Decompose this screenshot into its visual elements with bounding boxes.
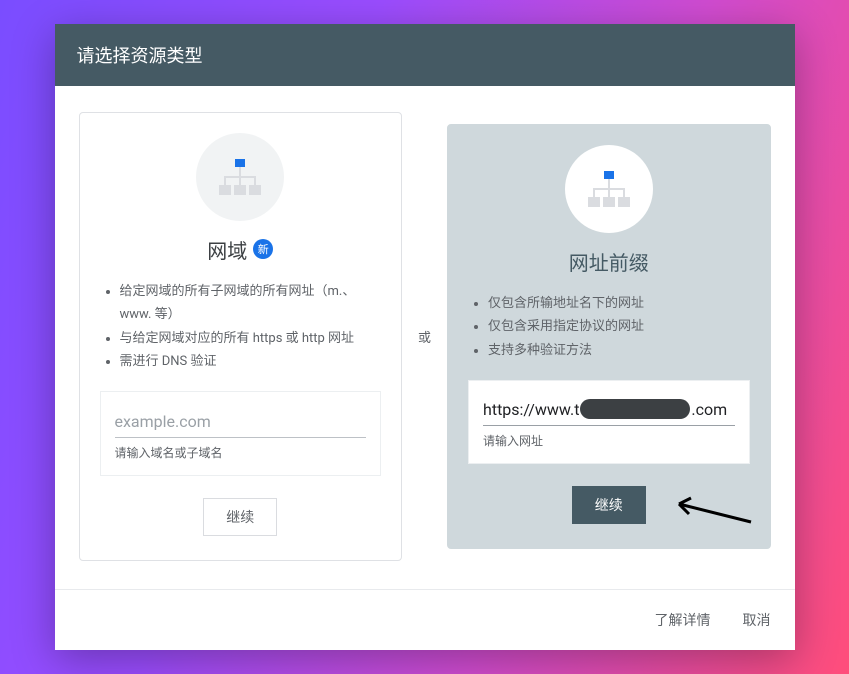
sitemap-icon [585, 169, 633, 209]
or-separator: 或 [416, 327, 433, 346]
learn-more-link[interactable]: 了解详情 [653, 604, 713, 636]
sitemap-icon-circle [196, 133, 284, 221]
list-item: 需进行 DNS 验证 [120, 350, 382, 373]
list-item: 给定网域的所有子网域的所有网址（m.、www. 等） [120, 280, 382, 327]
domain-input[interactable] [115, 408, 367, 438]
dialog-header: 请选择资源类型 [55, 24, 795, 86]
pointer-arrow-icon [665, 492, 755, 532]
prefix-feature-list: 仅包含所输地址名下的网址 仅包含采用指定协议的网址 支持多种验证方法 [468, 292, 750, 362]
domain-feature-list: 给定网域的所有子网域的所有网址（m.、www. 等） 与给定网域对应的所有 ht… [100, 280, 382, 374]
domain-card-title: 网域 [207, 235, 247, 264]
prefix-input-hint: 请输入网址 [483, 432, 735, 449]
domain-card-title-row: 网域 新 [207, 235, 273, 264]
url-suffix-text: .com [691, 400, 727, 419]
select-resource-type-dialog: 请选择资源类型 网域 新 给定网域的 [55, 24, 795, 651]
domain-property-card[interactable]: 网域 新 给定网域的所有子网域的所有网址（m.、www. 等） 与给定网域对应的… [79, 112, 403, 562]
domain-input-box: 请输入域名或子域名 [100, 391, 382, 476]
url-prefix-property-card[interactable]: 网址前缀 仅包含所输地址名下的网址 仅包含采用指定协议的网址 支持多种验证方法 … [447, 124, 771, 549]
dialog-title: 请选择资源类型 [77, 46, 203, 67]
badge-new: 新 [253, 239, 273, 259]
list-item: 支持多种验证方法 [488, 339, 750, 362]
prefix-continue-button[interactable]: 继续 [572, 486, 646, 524]
dialog-footer: 了解详情 取消 [55, 589, 795, 650]
domain-input-hint: 请输入域名或子域名 [115, 444, 367, 461]
list-item: 仅包含采用指定协议的网址 [488, 315, 750, 338]
list-item: 仅包含所输地址名下的网址 [488, 292, 750, 315]
dialog-body: 网域 新 给定网域的所有子网域的所有网址（m.、www. 等） 与给定网域对应的… [55, 86, 795, 562]
sitemap-icon-circle [565, 145, 653, 233]
sitemap-icon [216, 157, 264, 197]
url-prefix-text: https://www.t [483, 400, 579, 419]
prefix-input-box: https://www.t .com 请输入网址 [468, 380, 750, 464]
prefix-card-title-row: 网址前缀 [569, 247, 649, 276]
url-input[interactable]: https://www.t .com [483, 397, 735, 426]
cancel-button[interactable]: 取消 [741, 604, 773, 636]
url-redacted-segment [580, 399, 690, 419]
prefix-card-title: 网址前缀 [569, 247, 649, 276]
domain-continue-button[interactable]: 继续 [203, 498, 277, 536]
list-item: 与给定网域对应的所有 https 或 http 网址 [120, 327, 382, 350]
